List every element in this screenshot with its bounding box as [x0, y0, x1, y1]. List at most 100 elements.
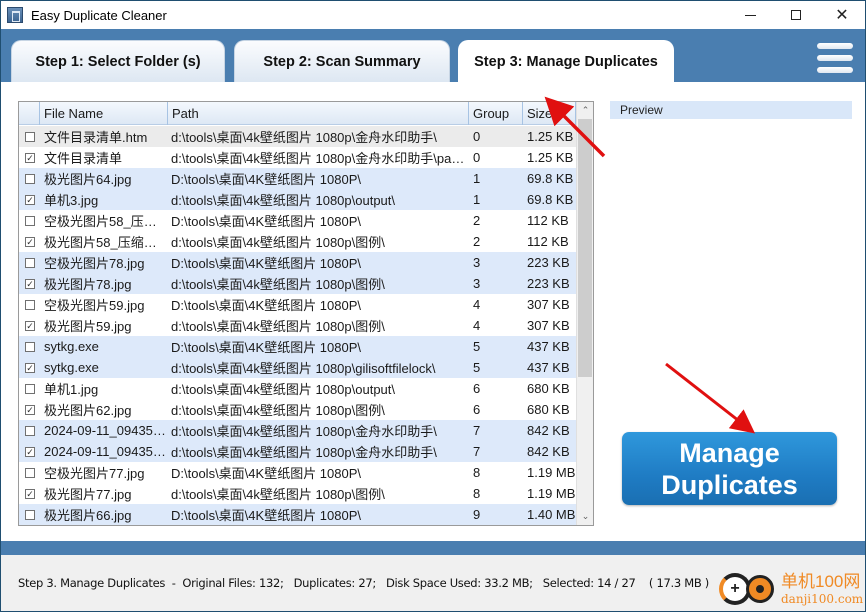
table-row[interactable]: 空极光图片77.jpg D:\tools\桌面\4K壁纸图片 1080P\ 8 1.1…: [19, 462, 576, 483]
size-cell: 307 KB: [527, 297, 570, 312]
row-checkbox-cell[interactable]: [19, 257, 40, 268]
hamburger-menu-icon[interactable]: [817, 43, 853, 73]
group-cell: 7: [473, 444, 481, 459]
scrollbar-thumb[interactable]: [578, 119, 592, 377]
column-header-file-name[interactable]: File Name: [40, 102, 168, 125]
row-checkbox-cell[interactable]: [19, 299, 40, 310]
table-row[interactable]: ✓ 2024-09-11_094354... d:\tools\桌面\4k壁纸图片 …: [19, 441, 576, 462]
table-row[interactable]: ✓ 单机3.jpg d:\tools\桌面\4k壁纸图片 1080p\output\…: [19, 189, 576, 210]
table-row[interactable]: 极光图片64.jpg D:\tools\桌面\4K壁纸图片 1080P\ 1 69.8…: [19, 168, 576, 189]
checkbox-checked[interactable]: ✓: [25, 320, 35, 331]
watermark-logo: + 单机100网 danji100.com: [717, 567, 863, 611]
checkbox-checked[interactable]: ✓: [25, 236, 35, 247]
checkbox-checked[interactable]: ✓: [25, 194, 35, 205]
row-checkbox-cell[interactable]: ✓: [19, 320, 40, 331]
table-row[interactable]: ✓ 文件目录清单 d:\tools\桌面\4k壁纸图片 1080p\金舟水印助手\p…: [19, 147, 576, 168]
close-button[interactable]: ✕: [819, 1, 865, 29]
row-checkbox-cell[interactable]: ✓: [19, 488, 40, 499]
group-cell: 3: [473, 276, 481, 291]
app-trash-icon: [7, 7, 23, 23]
checkbox-checked[interactable]: ✓: [25, 152, 35, 163]
table-row[interactable]: sytkg.exe D:\tools\桌面\4K壁纸图片 1080P\ 5 437 K…: [19, 336, 576, 357]
preview-header: Preview: [610, 101, 852, 119]
size-cell: 69.8 KB: [527, 192, 574, 207]
table-row[interactable]: ✓ 极光图片78.jpg d:\tools\桌面\4k壁纸图片 1080p\图例\ 3…: [19, 273, 576, 294]
checkbox-checked[interactable]: ✓: [25, 278, 35, 289]
group-cell: 4: [473, 297, 481, 312]
file-name-cell: sytkg.exe: [44, 360, 99, 375]
table-row[interactable]: 空极光图片58_压缩后... D:\tools\桌面\4K壁纸图片 1080P\ 2…: [19, 210, 576, 231]
table-row[interactable]: 文件目录清单.htm d:\tools\桌面\4k壁纸图片 1080p\金舟水印助…: [19, 126, 576, 147]
scroll-up-icon[interactable]: ⌃: [577, 102, 593, 119]
group-cell: 0: [473, 150, 481, 165]
manage-duplicates-button[interactable]: Manage Duplicates: [622, 432, 837, 505]
file-name-cell: 单机1.jpg: [44, 382, 99, 397]
row-checkbox-cell[interactable]: [19, 173, 40, 184]
tab-bar: Step 1: Select Folder (s) Step 2: Scan S…: [1, 29, 865, 82]
size-cell: 842 KB: [527, 423, 570, 438]
tab-scan-summary[interactable]: Step 2: Scan Summary: [234, 40, 450, 82]
checkbox-checked[interactable]: ✓: [25, 362, 35, 373]
table-row[interactable]: ✓ 极光图片59.jpg d:\tools\桌面\4k壁纸图片 1080p\图例\ 4…: [19, 315, 576, 336]
row-checkbox-cell[interactable]: ✓: [19, 194, 40, 205]
maximize-button[interactable]: [773, 1, 819, 29]
row-checkbox-cell[interactable]: ✓: [19, 278, 40, 289]
scroll-down-icon[interactable]: ⌄: [577, 508, 593, 525]
checkbox-unchecked[interactable]: [25, 383, 35, 394]
file-name-cell: 空极光图片59.jpg: [44, 298, 145, 313]
table-row[interactable]: 2024-09-11_094354... d:\tools\桌面\4k壁纸图片 1…: [19, 420, 576, 441]
tab-select-folder[interactable]: Step 1: Select Folder (s): [11, 40, 225, 82]
row-checkbox-cell[interactable]: [19, 341, 40, 352]
column-header-path[interactable]: Path: [168, 102, 469, 125]
table-row[interactable]: 单机1.jpg d:\tools\桌面\4k壁纸图片 1080p\output\ 6…: [19, 378, 576, 399]
checkbox-unchecked[interactable]: [25, 257, 35, 268]
row-checkbox-cell[interactable]: [19, 215, 40, 226]
row-checkbox-cell[interactable]: [19, 425, 40, 436]
checkbox-unchecked[interactable]: [25, 509, 35, 520]
table-row[interactable]: ✓ 极光图片62.jpg d:\tools\桌面\4k壁纸图片 1080p\图例\ 6…: [19, 399, 576, 420]
table-row[interactable]: ✓ 极光图片58_压缩后.j... d:\tools\桌面\4k壁纸图片 1080p…: [19, 231, 576, 252]
row-checkbox-cell[interactable]: [19, 131, 40, 142]
size-cell: 223 KB: [527, 255, 570, 270]
row-checkbox-cell[interactable]: ✓: [19, 404, 40, 415]
checkbox-checked[interactable]: ✓: [25, 488, 35, 499]
checkbox-unchecked[interactable]: [25, 299, 35, 310]
column-header-size[interactable]: Size: [523, 102, 576, 125]
checkbox-unchecked[interactable]: [25, 341, 35, 352]
row-checkbox-cell[interactable]: ✓: [19, 362, 40, 373]
column-header-check[interactable]: [19, 102, 40, 125]
column-header-group[interactable]: Group: [469, 102, 523, 125]
tab-manage-duplicates[interactable]: Step 3: Manage Duplicates: [458, 40, 674, 82]
row-checkbox-cell[interactable]: [19, 383, 40, 394]
table-row[interactable]: ✓ sytkg.exe d:\tools\桌面\4k壁纸图片 1080p\gilis…: [19, 357, 576, 378]
checkbox-unchecked[interactable]: [25, 215, 35, 226]
table-row[interactable]: ✓ 极光图片77.jpg d:\tools\桌面\4k壁纸图片 1080p\图例\ 8…: [19, 483, 576, 504]
row-checkbox-cell[interactable]: ✓: [19, 236, 40, 247]
file-name-cell: 空极光图片77.jpg: [44, 466, 145, 481]
minimize-button[interactable]: [727, 1, 773, 29]
checkbox-unchecked[interactable]: [25, 131, 35, 142]
checkbox-unchecked[interactable]: [25, 467, 35, 478]
grid-header: File Name Path Group Size: [19, 102, 576, 125]
file-name-cell: sytkg.exe: [44, 339, 99, 354]
row-checkbox-cell[interactable]: ✓: [19, 152, 40, 163]
vertical-scrollbar[interactable]: ⌃ ⌄: [576, 102, 593, 525]
table-row[interactable]: 空极光图片78.jpg D:\tools\桌面\4K壁纸图片 1080P\ 3 223…: [19, 252, 576, 273]
tab-label: Step 1: Select Folder (s): [35, 53, 201, 70]
row-checkbox-cell[interactable]: [19, 467, 40, 478]
group-cell: 1: [473, 192, 481, 207]
maximize-icon: [791, 10, 801, 20]
size-cell: 437 KB: [527, 339, 570, 354]
checkbox-unchecked[interactable]: [25, 425, 35, 436]
row-checkbox-cell[interactable]: ✓: [19, 446, 40, 457]
watermark-text: 单机100网: [781, 572, 861, 591]
checkbox-checked[interactable]: ✓: [25, 404, 35, 415]
file-name-cell: 极光图片66.jpg: [44, 508, 132, 523]
checkbox-unchecked[interactable]: [25, 173, 35, 184]
checkbox-checked[interactable]: ✓: [25, 446, 35, 457]
table-row[interactable]: 空极光图片59.jpg D:\tools\桌面\4K壁纸图片 1080P\ 4 307…: [19, 294, 576, 315]
group-cell: 2: [473, 234, 481, 249]
group-cell: 8: [473, 465, 481, 480]
table-row[interactable]: 极光图片66.jpg D:\tools\桌面\4K壁纸图片 1080P\ 9 1.40…: [19, 504, 576, 525]
row-checkbox-cell[interactable]: [19, 509, 40, 520]
